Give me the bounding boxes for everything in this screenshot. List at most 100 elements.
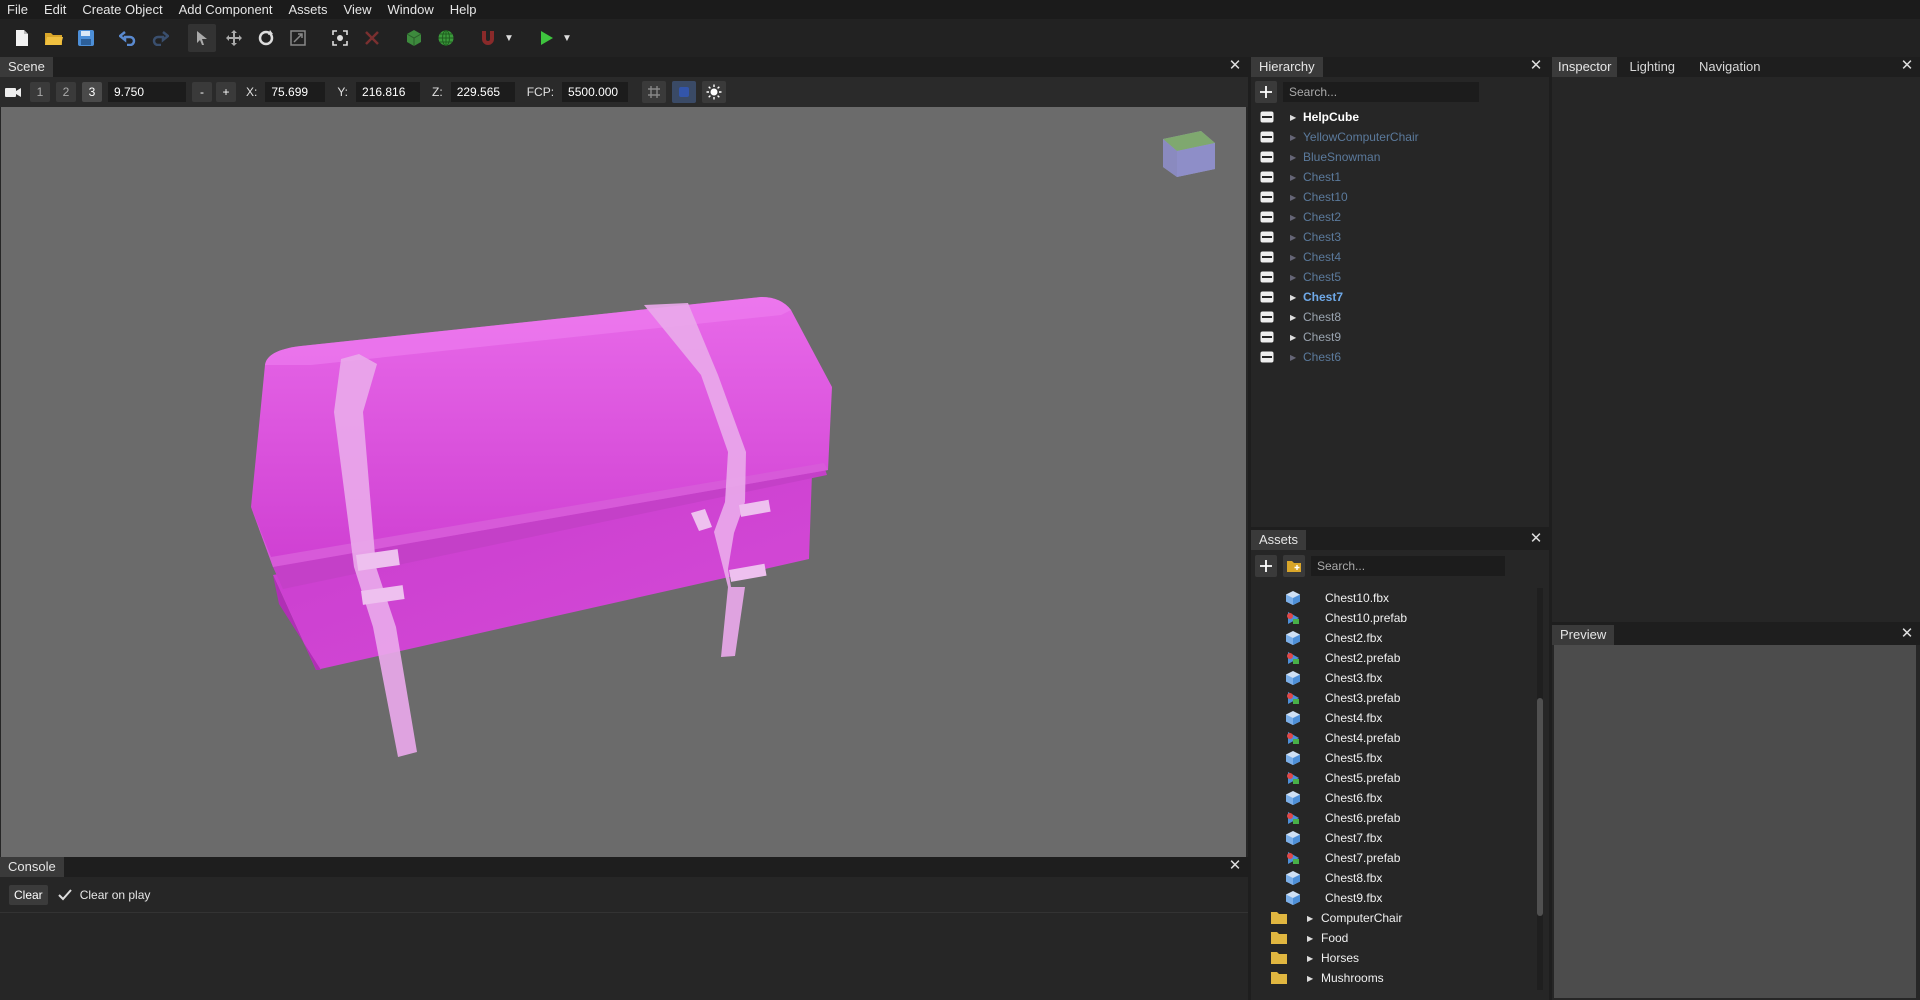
camera-icon[interactable] (4, 85, 22, 99)
close-icon[interactable]: ✕ (1228, 58, 1242, 73)
open-folder-icon[interactable] (40, 24, 68, 52)
visibility-toggle-icon[interactable] (1260, 171, 1274, 183)
camera-speed-field[interactable]: 9.750 (108, 82, 186, 102)
expand-arrow-icon[interactable]: ▶ (1290, 133, 1298, 142)
save-icon[interactable] (72, 24, 100, 52)
hierarchy-item[interactable]: ▶ BlueSnowman (1251, 147, 1549, 167)
expand-arrow-icon[interactable]: ▶ (1290, 273, 1298, 282)
menu-help[interactable]: Help (450, 0, 477, 19)
visibility-toggle-icon[interactable] (1260, 191, 1274, 203)
asset-file-item[interactable]: Chest4.fbx (1251, 708, 1549, 728)
menu-view[interactable]: View (344, 0, 372, 19)
add-asset-button[interactable] (1255, 555, 1277, 577)
close-icon[interactable]: ✕ (1900, 58, 1914, 73)
local-space-icon[interactable] (400, 24, 428, 52)
expand-arrow-icon[interactable]: ▶ (1290, 353, 1298, 362)
expand-arrow-icon[interactable]: ▶ (1290, 153, 1298, 162)
visibility-toggle-icon[interactable] (1260, 311, 1274, 323)
play-icon[interactable] (532, 24, 560, 52)
asset-file-item[interactable]: Chest5.fbx (1251, 748, 1549, 768)
close-icon[interactable]: ✕ (1529, 531, 1543, 546)
tab-navigation[interactable]: Navigation (1687, 57, 1772, 77)
expand-arrow-icon[interactable]: ▶ (1290, 233, 1298, 242)
tab-scene[interactable]: Scene (0, 57, 53, 77)
visibility-toggle-icon[interactable] (1260, 271, 1274, 283)
add-object-button[interactable] (1255, 81, 1277, 103)
expand-arrow-icon[interactable]: ▶ (1290, 313, 1298, 322)
new-file-icon[interactable] (8, 24, 36, 52)
asset-folder-item[interactable]: ▶ Food (1251, 928, 1549, 948)
visibility-toggle-icon[interactable] (1260, 351, 1274, 363)
play-dropdown-icon[interactable]: ▼ (560, 24, 574, 52)
expand-arrow-icon[interactable]: ▶ (1290, 253, 1298, 262)
hierarchy-item[interactable]: ▶ Chest9 (1251, 327, 1549, 347)
visibility-toggle-icon[interactable] (1260, 251, 1274, 263)
hierarchy-search-input[interactable]: Search... (1283, 82, 1479, 102)
tab-assets[interactable]: Assets (1251, 530, 1307, 550)
visibility-toggle-icon[interactable] (1260, 131, 1274, 143)
close-icon[interactable]: ✕ (1529, 58, 1543, 73)
lighting-toggle-icon[interactable] (702, 81, 727, 103)
expand-arrow-icon[interactable]: ▶ (1290, 193, 1298, 202)
asset-file-item[interactable]: Chest7.prefab (1251, 848, 1549, 868)
hierarchy-item[interactable]: ▶ YellowComputerChair (1251, 127, 1549, 147)
fcp-field[interactable]: 5500.000 (562, 82, 629, 102)
expand-arrow-icon[interactable]: ▶ (1290, 113, 1298, 122)
asset-file-item[interactable]: Chest9.fbx (1251, 888, 1549, 908)
asset-file-item[interactable]: Chest10.fbx (1251, 588, 1549, 608)
camera-2-button[interactable]: 2 (56, 82, 76, 102)
hierarchy-item[interactable]: ▶ Chest3 (1251, 227, 1549, 247)
hierarchy-item[interactable]: ▶ Chest1 (1251, 167, 1549, 187)
expand-arrow-icon[interactable]: ▶ (1290, 293, 1298, 302)
redo-icon[interactable] (146, 24, 174, 52)
select-tool-icon[interactable] (188, 24, 216, 52)
asset-file-item[interactable]: Chest10.prefab (1251, 608, 1549, 628)
speed-decrease-button[interactable]: - (192, 82, 212, 102)
asset-file-item[interactable]: Chest4.prefab (1251, 728, 1549, 748)
asset-folder-item[interactable]: ▶ ComputerChair (1251, 908, 1549, 928)
move-tool-icon[interactable] (220, 24, 248, 52)
asset-file-item[interactable]: Chest5.prefab (1251, 768, 1549, 788)
camera-y-field[interactable]: 216.816 (356, 82, 421, 102)
hierarchy-item[interactable]: ▶ Chest2 (1251, 207, 1549, 227)
clear-button[interactable]: Clear (9, 884, 48, 905)
grid-toggle-icon[interactable] (642, 81, 667, 103)
asset-file-item[interactable]: Chest7.fbx (1251, 828, 1549, 848)
menu-create-object[interactable]: Create Object (82, 0, 162, 19)
speed-increase-button[interactable]: + (216, 82, 236, 102)
scene-viewport[interactable] (1, 107, 1246, 857)
asset-file-item[interactable]: Chest3.fbx (1251, 668, 1549, 688)
hierarchy-item[interactable]: ▶ Chest10 (1251, 187, 1549, 207)
tab-hierarchy[interactable]: Hierarchy (1251, 57, 1323, 77)
shading-toggle-icon[interactable] (672, 81, 697, 103)
snap-magnet-icon[interactable] (474, 24, 502, 52)
asset-file-item[interactable]: Chest8.fbx (1251, 868, 1549, 888)
menu-edit[interactable]: Edit (44, 0, 66, 19)
menu-add-component[interactable]: Add Component (179, 0, 273, 19)
expand-arrow-icon[interactable]: ▶ (1290, 173, 1298, 182)
rotate-tool-icon[interactable] (252, 24, 280, 52)
visibility-toggle-icon[interactable] (1260, 111, 1274, 123)
asset-file-item[interactable]: Chest6.fbx (1251, 788, 1549, 808)
focus-icon[interactable] (326, 24, 354, 52)
asset-folder-item[interactable]: ▶ Horses (1251, 948, 1549, 968)
tab-console[interactable]: Console (0, 857, 64, 877)
asset-file-item[interactable]: Chest2.fbx (1251, 628, 1549, 648)
camera-z-field[interactable]: 229.565 (450, 82, 515, 102)
orientation-cube-icon[interactable] (1159, 131, 1219, 197)
visibility-toggle-icon[interactable] (1260, 151, 1274, 163)
assets-search-input[interactable]: Search... (1311, 556, 1505, 576)
expand-arrow-icon[interactable]: ▶ (1290, 333, 1298, 342)
menu-file[interactable]: File (7, 0, 28, 19)
close-icon[interactable]: ✕ (1228, 858, 1242, 873)
visibility-toggle-icon[interactable] (1260, 331, 1274, 343)
hierarchy-item[interactable]: ▶ HelpCube (1251, 107, 1549, 127)
chest-model[interactable] (1, 107, 1246, 857)
hierarchy-item[interactable]: ▶ Chest7 (1251, 287, 1549, 307)
hierarchy-item[interactable]: ▶ Chest5 (1251, 267, 1549, 287)
expand-arrow-icon[interactable]: ▶ (1307, 934, 1315, 943)
delete-icon[interactable] (358, 24, 386, 52)
tab-preview[interactable]: Preview (1552, 625, 1615, 645)
snap-dropdown-icon[interactable]: ▼ (502, 24, 516, 52)
hierarchy-item[interactable]: ▶ Chest8 (1251, 307, 1549, 327)
